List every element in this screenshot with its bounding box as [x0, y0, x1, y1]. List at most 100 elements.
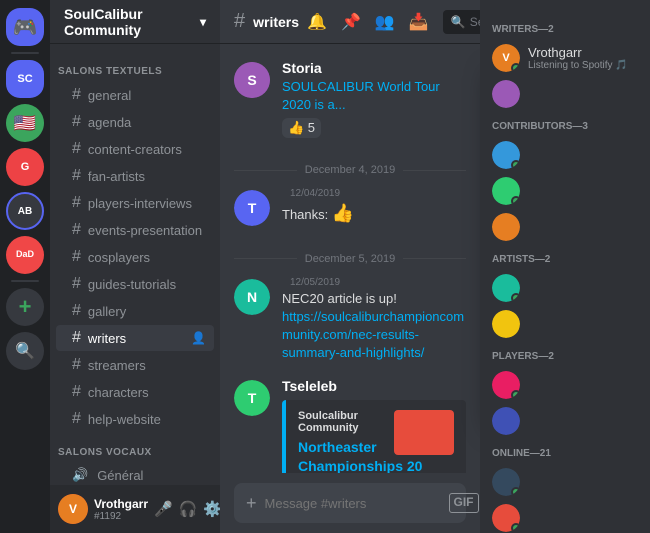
server-initials: SC: [17, 73, 32, 85]
server-icon-game1[interactable]: G: [6, 148, 44, 186]
hash-icon: #: [72, 329, 81, 347]
message-input[interactable]: [265, 496, 441, 511]
user-bar: V Vrothgarr #1192 🎤 🎧 ⚙️: [50, 485, 220, 533]
server-name-bar[interactable]: SoulCalibur Community ▾: [50, 0, 220, 44]
chat-input-area: + GIF 😊: [220, 473, 480, 533]
channel-item-general[interactable]: # general: [56, 82, 214, 108]
member-item-vrothgarr[interactable]: V Vrothgarr Listening to Spotify 🎵: [488, 41, 642, 75]
mute-icon[interactable]: 🎤: [154, 500, 173, 518]
voice-channels-category[interactable]: SALONS VOCAUX: [50, 433, 220, 462]
member-avatar-player2: [492, 407, 520, 435]
member-name-vrothgarr: Vrothgarr: [528, 45, 628, 60]
add-attachment-button[interactable]: +: [246, 493, 257, 514]
gif-button[interactable]: GIF: [449, 493, 479, 513]
member-avatar-artist2: [492, 310, 520, 338]
channel-item-cosplayers[interactable]: # cosplayers: [56, 244, 214, 270]
online-dot-online1: [511, 487, 520, 496]
explore-servers-button[interactable]: 🔍: [6, 332, 44, 370]
channel-item-characters[interactable]: # characters: [56, 379, 214, 405]
message-group-4: T Tseleleb Soulcalibur Community Northea…: [234, 378, 466, 473]
main-chat: # writers 🔔 📌 👥 📥 🔍 Search ❓ @ S: [220, 0, 480, 533]
server-icon-dad[interactable]: DaD: [6, 236, 44, 274]
member-item-contrib3[interactable]: [488, 210, 642, 244]
msg-avatar-2: T: [234, 190, 270, 226]
channel-item-guides-tutorials[interactable]: # guides-tutorials: [56, 271, 214, 297]
user-info: Vrothgarr #1192: [94, 497, 148, 522]
date-line: [234, 170, 297, 171]
hash-icon: #: [72, 410, 81, 428]
user-controls: 🎤 🎧 ⚙️: [154, 500, 222, 518]
user-discriminator: #1192: [94, 511, 148, 522]
msg-avatar-3: N: [234, 279, 270, 315]
date-label: December 4, 2019: [305, 164, 396, 176]
member-item-writer2[interactable]: [488, 77, 642, 111]
compass-icon: 🔍: [15, 341, 35, 361]
emoji: 👍: [332, 203, 354, 223]
players-category: PLAYERS—2: [488, 351, 642, 362]
date-line-4: [403, 258, 466, 259]
channel-name: content-creators: [88, 142, 182, 157]
channel-item-gallery[interactable]: # gallery: [56, 298, 214, 324]
chevron-down-icon: ▾: [200, 15, 206, 29]
user-avatar[interactable]: V: [58, 494, 88, 524]
channel-name: characters: [88, 385, 149, 400]
online-dot-online2: [511, 523, 520, 532]
msg-time: 12/04/2019: [290, 188, 340, 199]
channel-item-writers[interactable]: # writers 👤: [56, 325, 214, 351]
server-icon-flag[interactable]: 🇺🇸: [6, 104, 44, 142]
avatar-inner: S: [234, 62, 270, 98]
bell-icon[interactable]: 🔔: [307, 12, 327, 32]
msg-header: Storia: [282, 60, 466, 76]
online-dot: [511, 63, 520, 72]
member-item-player2[interactable]: [488, 404, 642, 438]
member-sub-vrothgarr: Listening to Spotify 🎵: [528, 60, 628, 71]
message-group-2: T 12/04/2019 Thanks: 👍: [234, 188, 466, 226]
server-icon-ab[interactable]: AB: [6, 192, 44, 230]
msg-avatar: S: [234, 62, 270, 98]
channel-item-help-website[interactable]: # help-website: [56, 406, 214, 432]
member-item-artist2[interactable]: [488, 307, 642, 341]
member-item-contrib1[interactable]: [488, 138, 642, 172]
channel-item-players-interviews[interactable]: # players-interviews: [56, 190, 214, 216]
channels-list: SALONS TEXTUELS # general # agenda # con…: [50, 44, 220, 485]
channel-item-agenda[interactable]: # agenda: [56, 109, 214, 135]
hash-icon: #: [72, 275, 81, 293]
discord-icon: 🎮: [13, 15, 38, 40]
channel-name: writers: [88, 331, 126, 346]
member-item-online1[interactable]: [488, 465, 642, 499]
deafen-icon[interactable]: 🎧: [179, 500, 198, 518]
date-divider-2: December 5, 2019: [234, 253, 466, 265]
pin-icon[interactable]: 📌: [341, 12, 361, 32]
online-dot-contrib1: [511, 160, 520, 169]
member-avatar-vrothgarr: V: [492, 44, 520, 72]
msg-text-3: NEC20 article is up!: [282, 290, 466, 308]
member-item-artist1[interactable]: [488, 271, 642, 305]
hash-icon: #: [72, 86, 81, 104]
msg-reaction[interactable]: 👍 5: [282, 114, 466, 138]
discord-home-button[interactable]: 🎮: [6, 8, 44, 46]
channel-header-title: writers: [253, 14, 299, 30]
msg-text: SOULCALIBUR World Tour 2020 is a...: [282, 78, 466, 114]
msg-link-nec[interactable]: https://soulcaliburchampioncommunity.com…: [282, 309, 464, 360]
member-item-online2[interactable]: [488, 501, 642, 533]
avatar-inner-player2: [492, 407, 520, 435]
server-icon-soulcalibur[interactable]: SC: [6, 60, 44, 98]
text-channels-category[interactable]: SALONS TEXTUELS: [50, 52, 220, 81]
members-icon[interactable]: 👥: [375, 12, 395, 32]
writers-category: WRITERS—2: [488, 24, 642, 35]
channel-item-streamers[interactable]: # streamers: [56, 352, 214, 378]
server-initials-2: G: [21, 161, 30, 173]
msg-header-2: 12/04/2019: [282, 188, 466, 199]
channel-item-events-presentation[interactable]: # events-presentation: [56, 217, 214, 243]
msg-link[interactable]: SOULCALIBUR World Tour 2020 is a...: [282, 79, 440, 112]
reaction-badge[interactable]: 👍 5: [282, 118, 321, 138]
channel-item-fan-artists[interactable]: # fan-artists: [56, 163, 214, 189]
channel-item-content-creators[interactable]: # content-creators: [56, 136, 214, 162]
channel-item-general-voice[interactable]: 🔊 Général: [56, 463, 214, 485]
add-server-button[interactable]: +: [6, 288, 44, 326]
member-item-contrib2[interactable]: [488, 174, 642, 208]
inbox-icon[interactable]: 📥: [409, 12, 429, 32]
member-avatar-online2: [492, 504, 520, 532]
channel-name: agenda: [88, 115, 131, 130]
member-item-player1[interactable]: [488, 368, 642, 402]
